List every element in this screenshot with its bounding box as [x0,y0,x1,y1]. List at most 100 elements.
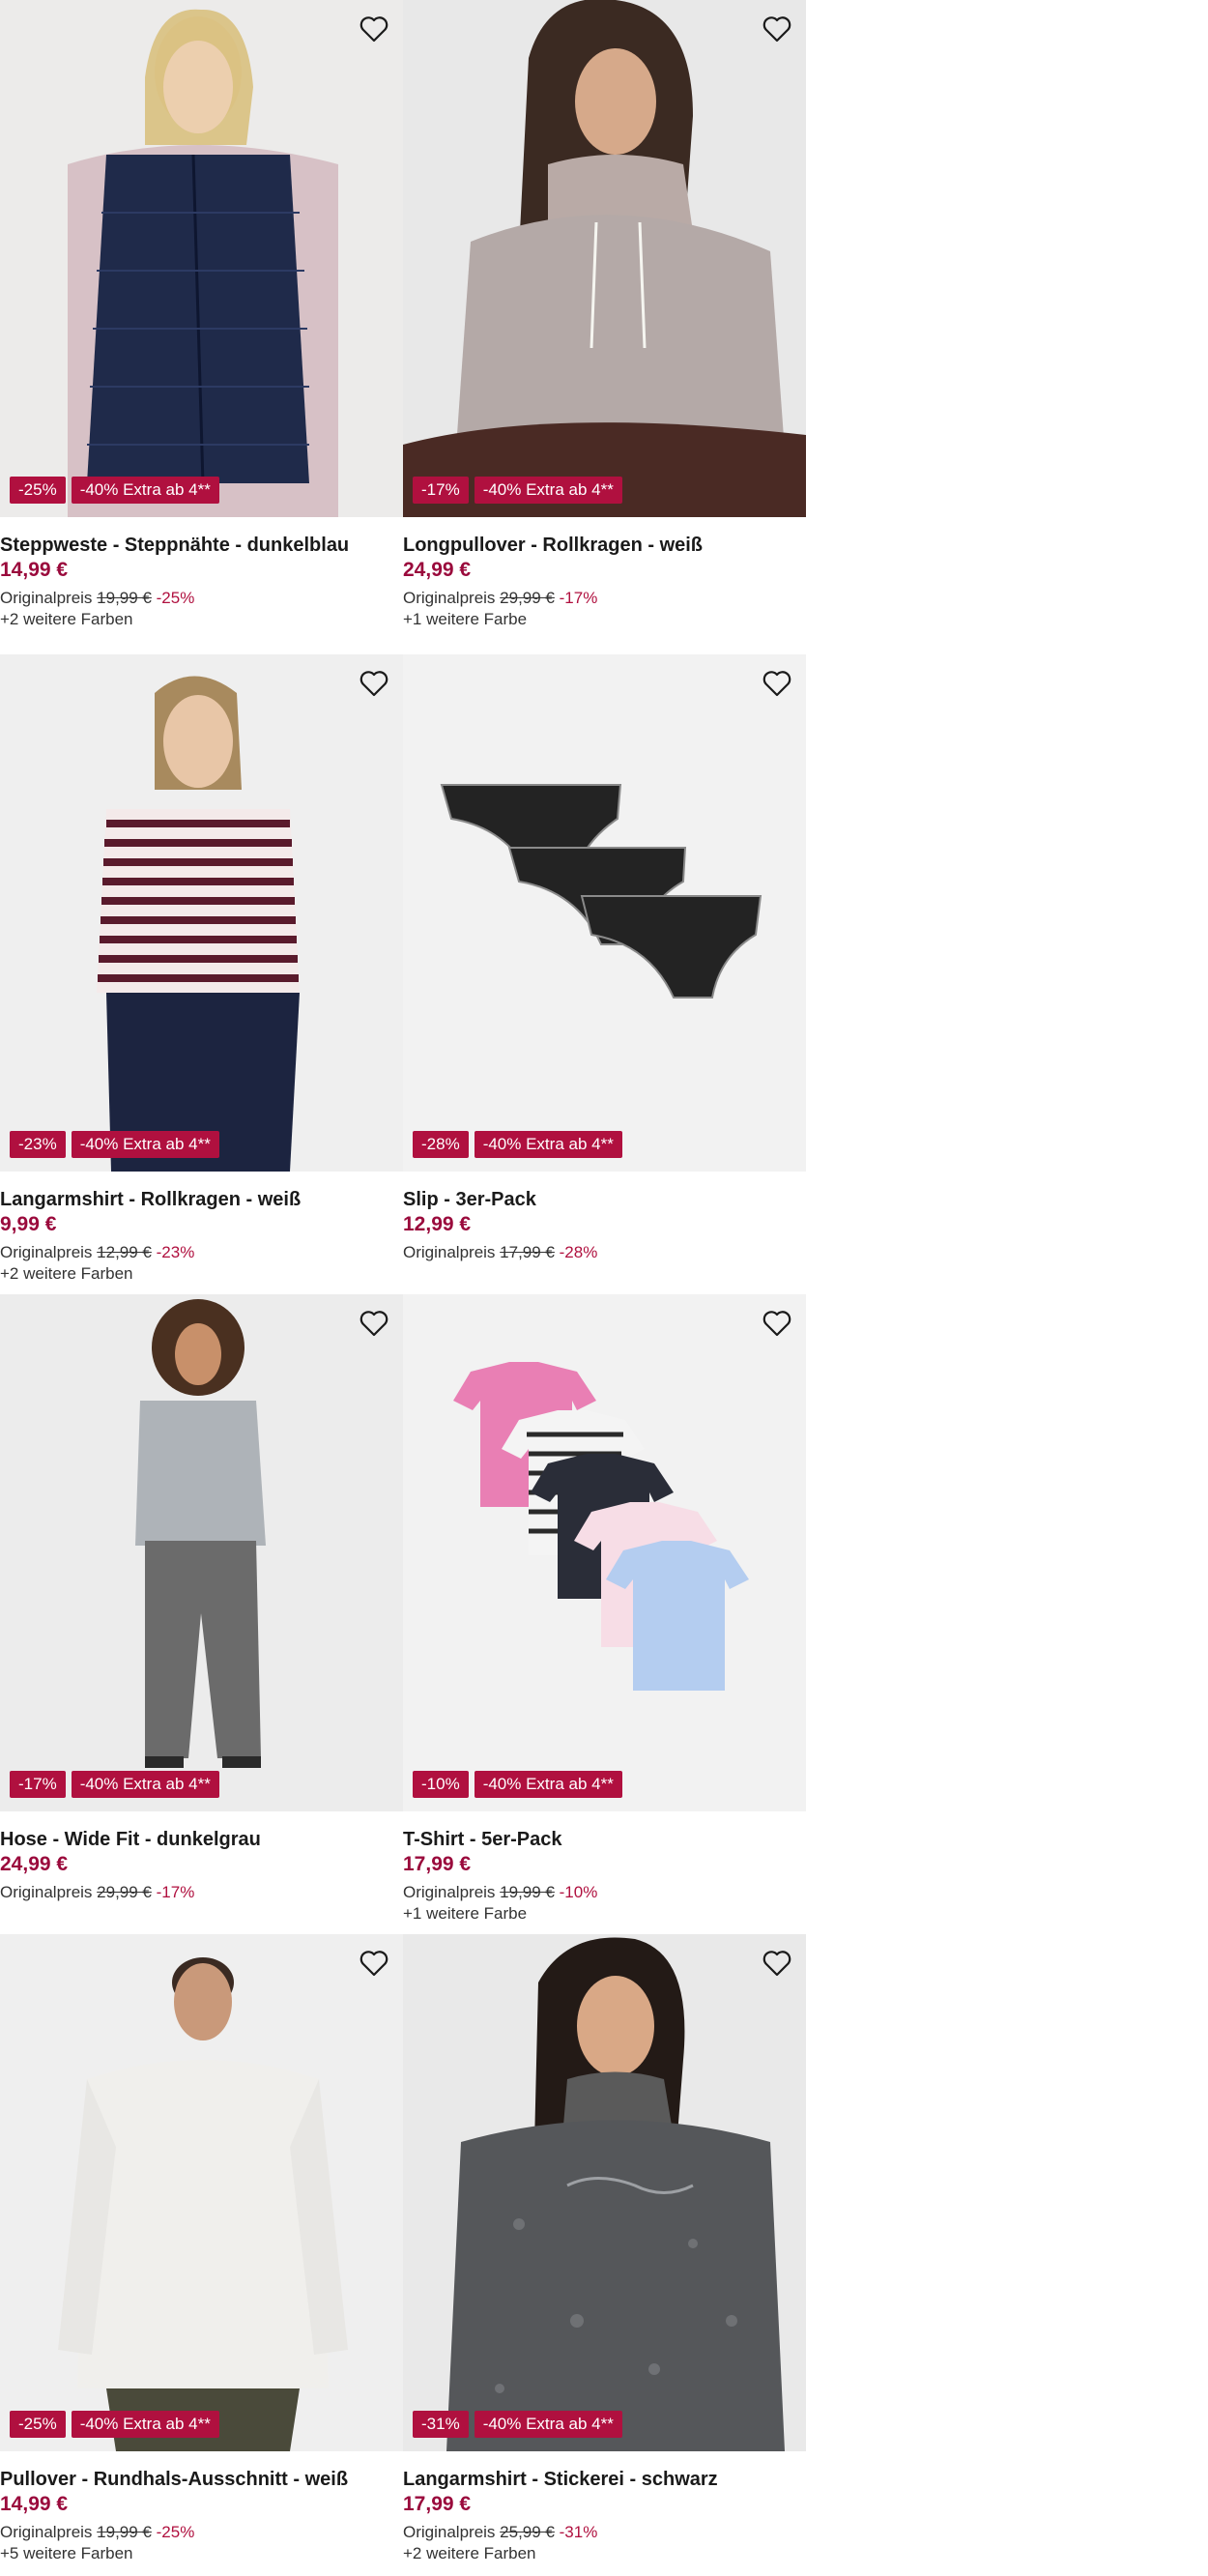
heart-outline-icon [762,16,791,43]
wishlist-button[interactable] [758,664,796,703]
wishlist-button[interactable] [355,10,393,48]
wishlist-button[interactable] [355,664,393,703]
product-name[interactable]: Slip - 3er-Pack [403,1187,806,1212]
product-image[interactable]: -17% -40% Extra ab 4** [403,0,806,517]
wishlist-button[interactable] [355,1304,393,1343]
extra-discount-badge: -40% Extra ab 4** [474,1131,622,1158]
original-price: Originalpreis 19,99 € -25% [0,587,403,610]
product-info: Slip - 3er-Pack 12,99 € Originalpreis 17… [403,1172,806,1264]
badge-group: -23% -40% Extra ab 4** [10,1131,219,1158]
product-image[interactable]: -25% -40% Extra ab 4** [0,1934,403,2451]
product-photo-tshirts [403,1294,806,1811]
heart-outline-icon [762,671,791,697]
original-price-label: Originalpreis [0,1883,93,1901]
discount-badge: -25% [10,2411,66,2438]
product-name[interactable]: Langarmshirt - Rollkragen - weiß [0,1187,403,1212]
product-name[interactable]: Langarmshirt - Stickerei - schwarz [403,2467,806,2492]
product-price: 14,99 € [0,2493,69,2515]
original-price: Originalpreis 29,99 € -17% [0,1881,403,1904]
badge-group: -25% -40% Extra ab 4** [10,2411,219,2438]
product-card[interactable]: -25% -40% Extra ab 4** Steppweste - Step… [0,0,403,654]
discount-percent: -17% [559,589,598,607]
product-card[interactable]: -28% -40% Extra ab 4** Slip - 3er-Pack 1… [403,654,806,1294]
wishlist-button[interactable] [758,10,796,48]
heart-outline-icon [360,16,388,43]
product-name[interactable]: T-Shirt - 5er-Pack [403,1827,806,1852]
discount-percent: -23% [156,1243,195,1261]
product-card[interactable]: -25% -40% Extra ab 4** Pullover - Rundha… [0,1934,403,2576]
product-name[interactable]: Hose - Wide Fit - dunkelgrau [0,1827,403,1852]
product-card[interactable]: -17% -40% Extra ab 4** Hose - Wide Fit -… [0,1294,403,1934]
discount-percent: -25% [156,589,195,607]
original-price-label: Originalpreis [403,589,496,607]
product-name[interactable]: Pullover - Rundhals-Ausschnitt - weiß [0,2467,403,2492]
more-colors: +1 weitere Farbe [403,610,528,628]
original-price-label: Originalpreis [403,1243,496,1261]
original-price: Originalpreis 17,99 € -28% [403,1241,806,1264]
original-price-label: Originalpreis [0,2523,93,2541]
extra-discount-badge: -40% Extra ab 4** [71,2411,219,2438]
original-price-value: 29,99 € [97,1883,152,1901]
product-price: 14,99 € [0,559,69,581]
original-price-label: Originalpreis [403,2523,496,2541]
product-image[interactable]: -23% -40% Extra ab 4** [0,654,403,1172]
model-photo-pullover [0,1934,403,2451]
original-price-value: 29,99 € [500,589,555,607]
discount-badge: -25% [10,477,66,504]
product-price: 24,99 € [0,1853,69,1875]
original-price-value: 17,99 € [500,1243,555,1261]
product-card[interactable]: -23% -40% Extra ab 4** Langarmshirt - Ro… [0,654,403,1294]
product-image[interactable]: -25% -40% Extra ab 4** [0,0,403,517]
model-photo-striped-shirt [0,654,403,1172]
product-price: 17,99 € [403,2493,472,2515]
discount-percent: -25% [156,2523,195,2541]
heart-outline-icon [360,1951,388,1977]
badge-group: -28% -40% Extra ab 4** [413,1131,622,1158]
product-image[interactable]: -31% -40% Extra ab 4** [403,1934,806,2451]
original-price: Originalpreis 19,99 € -25% [0,2521,403,2544]
original-price: Originalpreis 12,99 € -23% [0,1241,403,1264]
product-image[interactable]: -28% -40% Extra ab 4** [403,654,806,1172]
original-price-value: 25,99 € [500,2523,555,2541]
product-card[interactable]: -17% -40% Extra ab 4** Longpullover - Ro… [403,0,806,654]
wishlist-button[interactable] [758,1304,796,1343]
model-photo-longpullover [403,0,806,517]
more-colors: +5 weitere Farben [0,2544,133,2562]
product-name[interactable]: Steppweste - Steppnähte - dunkelblau [0,533,403,558]
extra-discount-badge: -40% Extra ab 4** [71,1771,219,1798]
original-price-label: Originalpreis [0,1243,93,1261]
product-grid: -25% -40% Extra ab 4** Steppweste - Step… [0,0,806,2576]
model-photo-trousers [0,1294,403,1811]
badge-group: -25% -40% Extra ab 4** [10,477,219,504]
product-card[interactable]: -31% -40% Extra ab 4** Langarmshirt - St… [403,1934,806,2576]
original-price: Originalpreis 19,99 € -10% [403,1881,806,1904]
badge-group: -31% -40% Extra ab 4** [413,2411,622,2438]
product-photo-briefs [403,654,806,1172]
product-info: Langarmshirt - Rollkragen - weiß 9,99 € … [0,1172,403,1284]
original-price: Originalpreis 25,99 € -31% [403,2521,806,2544]
original-price: Originalpreis 29,99 € -17% [403,587,806,610]
heart-outline-icon [360,671,388,697]
heart-outline-icon [762,1311,791,1337]
product-name[interactable]: Longpullover - Rollkragen - weiß [403,533,806,558]
product-card[interactable]: -10% -40% Extra ab 4** T-Shirt - 5er-Pac… [403,1294,806,1934]
original-price-label: Originalpreis [0,589,93,607]
original-price-value: 19,99 € [97,2523,152,2541]
discount-badge: -28% [413,1131,469,1158]
product-image[interactable]: -10% -40% Extra ab 4** [403,1294,806,1811]
discount-badge: -31% [413,2411,469,2438]
more-colors: +2 weitere Farben [0,1264,133,1283]
wishlist-button[interactable] [355,1944,393,1983]
badge-group: -10% -40% Extra ab 4** [413,1771,622,1798]
wishlist-button[interactable] [758,1944,796,1983]
discount-badge: -17% [10,1771,66,1798]
product-price: 24,99 € [403,559,472,581]
product-price: 9,99 € [0,1213,57,1235]
discount-percent: -31% [559,2523,598,2541]
original-price-value: 19,99 € [97,589,152,607]
heart-outline-icon [360,1311,388,1337]
discount-badge: -23% [10,1131,66,1158]
extra-discount-badge: -40% Extra ab 4** [474,2411,622,2438]
product-image[interactable]: -17% -40% Extra ab 4** [0,1294,403,1811]
model-photo-embroidered-shirt [403,1934,806,2451]
